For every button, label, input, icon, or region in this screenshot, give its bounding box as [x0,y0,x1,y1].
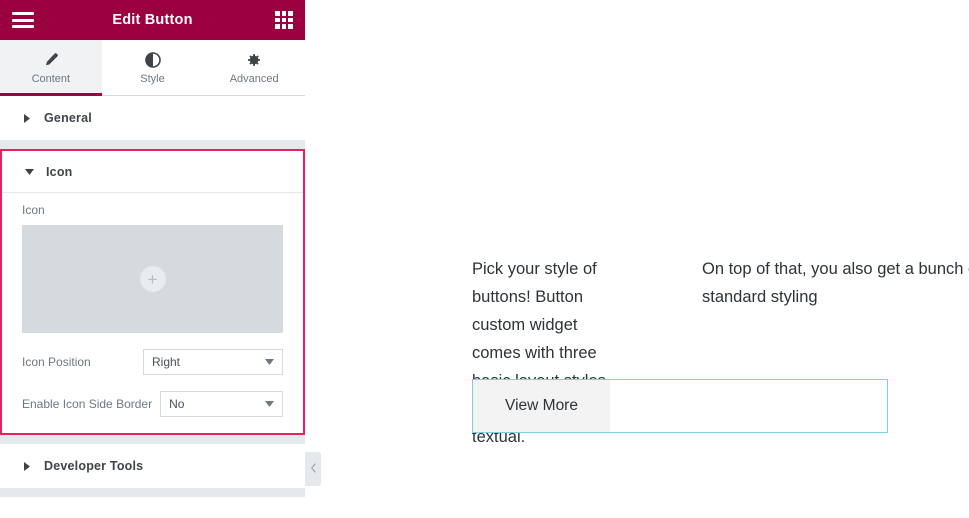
section-general-title: General [44,111,92,125]
icon-media-upload[interactable]: + [22,225,283,333]
page-title: Edit Button [112,12,193,28]
section-icon-header[interactable]: Icon [2,151,303,193]
grid-icon[interactable] [275,11,293,29]
gear-icon [246,51,262,69]
section-developer-tools-title: Developer Tools [44,459,144,473]
icon-side-border-row: Enable Icon Side Border No [22,391,283,417]
chevron-right-icon [20,113,34,123]
button-widget-container[interactable]: View More [472,379,888,433]
icon-position-select[interactable]: Right [143,349,283,375]
contrast-icon [144,51,161,69]
chevron-down-icon [265,401,274,407]
tab-advanced[interactable]: Advanced [203,40,306,95]
preview-canvas: Pick your style of buttons! Button custo… [305,0,969,518]
panel-header: Edit Button [0,0,305,40]
icon-position-label: Icon Position [22,355,91,369]
section-general-header[interactable]: General [0,96,305,140]
section-next [0,497,305,518]
icon-position-row: Icon Position Right [22,349,283,375]
chevron-down-icon [22,168,36,176]
icon-side-border-value: No [169,397,185,411]
pencil-icon [43,51,59,69]
section-developer-tools-header[interactable]: Developer Tools [0,444,305,488]
chevron-down-icon [265,359,274,365]
icon-side-border-label: Enable Icon Side Border [22,397,153,411]
tab-content[interactable]: Content [0,40,102,96]
section-icon: Icon Icon + Icon Position Right Enable I… [0,149,305,435]
tab-content-label: Content [31,72,71,85]
section-icon-title: Icon [46,164,73,179]
section-developer-tools: Developer Tools [0,444,305,488]
view-more-button[interactable]: View More [473,380,610,432]
chevron-right-icon [20,461,34,471]
icon-section-content: Icon + Icon Position Right Enable Icon S… [2,193,303,433]
chevron-left-icon [310,460,316,478]
tab-style[interactable]: Style [101,40,204,95]
section-general: General [0,96,305,140]
app-root: Edit Button Content Style Advanced Gener… [0,0,969,518]
tab-advanced-label: Advanced [229,72,279,85]
plus-icon: + [139,266,166,292]
tab-style-label: Style [140,72,165,85]
editor-panel: Edit Button Content Style Advanced Gener… [0,0,306,518]
panel-collapse-handle[interactable] [305,452,321,486]
icon-position-value: Right [152,355,181,369]
icon-field-label: Icon [22,203,45,217]
hamburger-icon[interactable] [12,12,34,28]
icon-side-border-select[interactable]: No [160,391,283,417]
panel-body: General Icon Icon + Icon Position Right … [0,96,305,518]
panel-tabs: Content Style Advanced [0,40,306,96]
